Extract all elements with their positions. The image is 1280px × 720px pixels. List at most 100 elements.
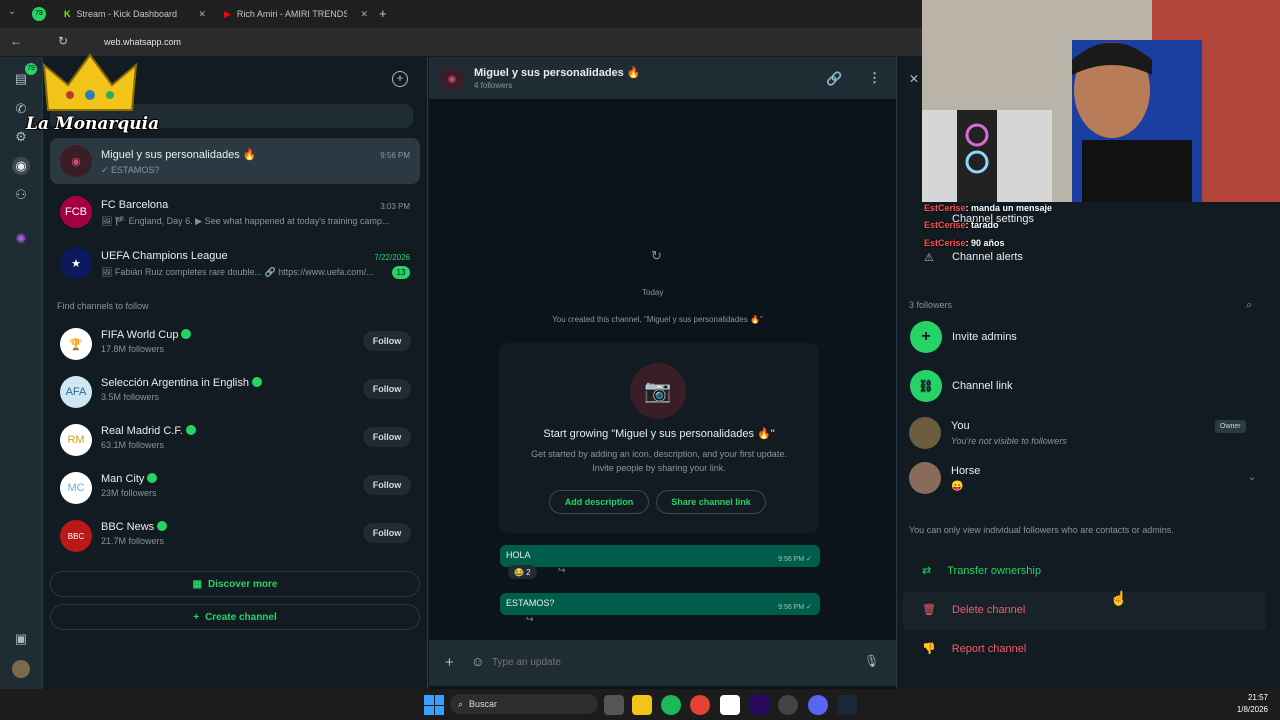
grid-icon: ▦ bbox=[192, 578, 202, 590]
fifa-avatar: 🏆 bbox=[60, 328, 92, 360]
tab-kick-dashboard[interactable]: K Stream - Kick Dashboard ✕ bbox=[56, 4, 214, 24]
premiere-icon[interactable] bbox=[749, 695, 769, 715]
channels-icon[interactable]: ◉ bbox=[12, 157, 30, 175]
share-link-button[interactable]: Share channel link bbox=[656, 490, 766, 514]
add-description-button[interactable]: Add description bbox=[549, 490, 649, 514]
channel-link-label: Channel link bbox=[952, 380, 1013, 392]
suggestion-item[interactable]: 🏆 FIFA World Cup 17.8M followers Follow bbox=[50, 324, 420, 364]
notion-icon[interactable] bbox=[720, 695, 740, 715]
owner-badge: Owner bbox=[1215, 420, 1246, 433]
suggestion-name-wrap: Selección Argentina in English bbox=[101, 377, 262, 389]
create-channel-icon[interactable]: + bbox=[392, 71, 408, 87]
invite-admins-row[interactable]: + Invite admins bbox=[910, 321, 1017, 353]
tab-whatsapp-badge[interactable]: 78 bbox=[32, 7, 46, 21]
forward-icon[interactable]: ↪ bbox=[558, 565, 566, 576]
microphone-icon[interactable]: 🎙 bbox=[864, 654, 879, 668]
message-bubble[interactable]: ESTAMOS? 9:56 PM ✓ bbox=[500, 593, 820, 615]
follow-button[interactable]: Follow bbox=[363, 523, 411, 543]
card-desc-1: Get started by adding an icon, descripti… bbox=[531, 449, 787, 459]
link-icon[interactable]: 🔗 bbox=[826, 71, 842, 87]
chat-item[interactable]: FCB FC Barcelona 3:03 PM 🖼 🏴 England, Da… bbox=[50, 189, 420, 235]
suggestion-followers: 21.7M followers bbox=[101, 536, 165, 546]
communities-icon[interactable]: ⚇ bbox=[12, 186, 30, 204]
file-explorer-icon[interactable] bbox=[632, 695, 652, 715]
date-divider: Today bbox=[642, 288, 664, 297]
suggestion-item[interactable]: BBC BBC News 21.7M followers Follow bbox=[50, 516, 420, 556]
reaction-chip[interactable]: 😂 2 bbox=[508, 565, 537, 579]
menu-icon[interactable]: ⋮ bbox=[868, 70, 881, 86]
message-bubble[interactable]: HOLA 9:56 PM ✓ bbox=[500, 545, 820, 567]
url-field[interactable]: web.whatsapp.com bbox=[84, 33, 914, 51]
follow-button[interactable]: Follow bbox=[363, 379, 411, 399]
tab-youtube[interactable]: ▶ Rich Amiri - AMIRI TRENDSETT ✕ bbox=[216, 4, 376, 24]
horse-avatar bbox=[909, 462, 941, 494]
close-icon[interactable]: ✕ bbox=[909, 72, 919, 86]
transfer-ownership-item[interactable]: ⇄ Transfer ownership bbox=[922, 564, 1041, 578]
message-time: 9:56 PM ✓ bbox=[778, 556, 812, 563]
discord-icon[interactable] bbox=[808, 695, 828, 715]
trash-icon: 🗑 bbox=[922, 604, 936, 616]
kick-icon: K bbox=[64, 9, 71, 19]
chat-msg: : tarado bbox=[965, 220, 999, 230]
emoji-icon[interactable]: ☺ bbox=[471, 654, 484, 669]
start-growing-card: 📷 Start growing "Miguel y sus personalid… bbox=[499, 343, 819, 533]
chat-user: EstCerise bbox=[924, 220, 966, 230]
suggestion-name: Real Madrid C.F. bbox=[101, 425, 183, 437]
back-icon[interactable]: ← bbox=[10, 34, 22, 48]
create-channel-button[interactable]: + Create channel bbox=[50, 604, 420, 630]
suggestion-name-wrap: Man City bbox=[101, 473, 158, 485]
task-view-icon[interactable] bbox=[604, 695, 624, 715]
obs-icon[interactable] bbox=[778, 695, 798, 715]
chevron-down-icon[interactable]: ⌄ bbox=[1248, 472, 1256, 483]
search-icon[interactable]: ⌕ bbox=[1246, 299, 1252, 312]
windows-start-icon[interactable] bbox=[424, 695, 444, 715]
suggestion-item[interactable]: RM Real Madrid C.F. 63.1M followers Foll… bbox=[50, 420, 420, 460]
discover-more-button[interactable]: ▦ Discover more bbox=[50, 571, 420, 597]
chat-user: EstCerise bbox=[924, 238, 966, 248]
chat-item[interactable]: ◉ Miguel y sus personalidades 🔥 9:56 PM … bbox=[50, 138, 420, 184]
meta-ai-icon[interactable]: ✺ bbox=[12, 230, 30, 248]
search-icon: ⌕ bbox=[458, 698, 464, 709]
refresh-icon[interactable]: ↻ bbox=[651, 248, 662, 264]
reload-icon[interactable]: ↻ bbox=[58, 34, 68, 48]
card-title: Start growing "Miguel y sus personalidad… bbox=[543, 428, 775, 440]
channel-alerts-item[interactable]: Channel alerts bbox=[952, 251, 1023, 263]
update-input[interactable] bbox=[492, 652, 852, 672]
channel-link-row[interactable]: ⛓ Channel link bbox=[910, 370, 1013, 402]
chat-preview: 🖼 🏴 England, Day 6. ▶ See what happened … bbox=[101, 216, 390, 226]
tab-search-icon[interactable]: ⌄ bbox=[4, 6, 20, 22]
forward-icon[interactable]: ↪ bbox=[526, 614, 534, 625]
verified-icon bbox=[251, 377, 262, 388]
logo-text: La Monarquia bbox=[26, 114, 160, 134]
stream-chat-line: EstCerise: 90 años bbox=[924, 238, 1005, 248]
new-tab-button[interactable]: + bbox=[379, 6, 387, 21]
follow-button[interactable]: Follow bbox=[363, 427, 411, 447]
suggestion-followers: 3.5M followers bbox=[101, 392, 160, 402]
close-icon[interactable]: ✕ bbox=[360, 9, 368, 20]
follow-button[interactable]: Follow bbox=[363, 331, 411, 351]
tab-label: Rich Amiri - AMIRI TRENDSETT bbox=[236, 9, 347, 19]
real-madrid-avatar: RM bbox=[60, 424, 92, 456]
delete-channel-item[interactable]: 🗑 Delete channel bbox=[922, 603, 1025, 617]
profile-avatar[interactable] bbox=[12, 660, 30, 678]
you-subtitle: You're not visible to followers bbox=[951, 436, 1067, 446]
warning-icon: ⚠ bbox=[924, 252, 934, 264]
report-label: Report channel bbox=[951, 642, 1027, 655]
chat-name: Miguel y sus personalidades 🔥 bbox=[101, 149, 257, 161]
suggestion-name: FIFA World Cup bbox=[101, 329, 179, 341]
taskbar-search[interactable]: ⌕ Buscar bbox=[450, 694, 598, 714]
steam-icon[interactable] bbox=[837, 695, 857, 715]
chat-item[interactable]: ★ UEFA Champions League 7/22/2026 🖼 Fabi… bbox=[50, 240, 420, 286]
camera-icon[interactable]: 📷 bbox=[630, 363, 686, 419]
follow-button[interactable]: Follow bbox=[363, 475, 411, 495]
spotify-icon[interactable] bbox=[661, 695, 681, 715]
media-icon[interactable]: ▣ bbox=[12, 630, 30, 648]
report-channel-item[interactable]: 👎 Report channel bbox=[922, 642, 1027, 656]
attach-plus-icon[interactable]: + bbox=[445, 654, 454, 671]
close-icon[interactable]: ✕ bbox=[198, 9, 206, 20]
message-time: 9:56 PM ✓ bbox=[778, 604, 812, 611]
chrome-icon[interactable] bbox=[690, 695, 710, 715]
suggestion-item[interactable]: AFA Selección Argentina in English 3.5M … bbox=[50, 372, 420, 412]
suggestion-item[interactable]: MC Man City 23M followers Follow bbox=[50, 468, 420, 508]
suggestion-name: BBC News bbox=[101, 521, 155, 533]
